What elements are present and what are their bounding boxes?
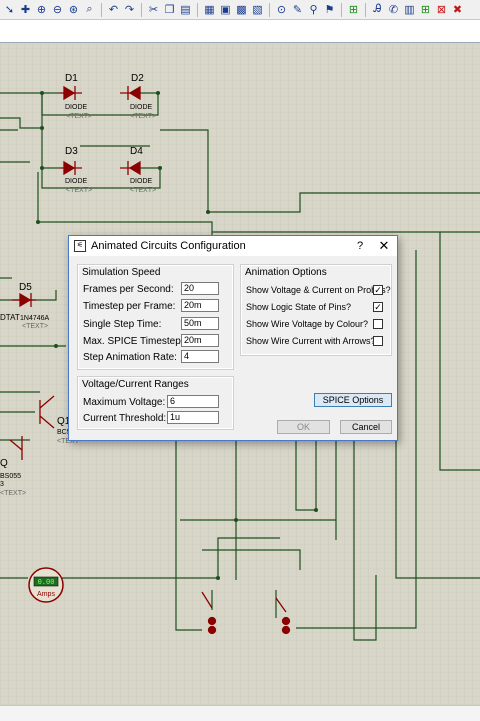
paste-icon[interactable]: ▤ (178, 2, 193, 17)
single-step-time-label: Single Step Time: (83, 319, 162, 330)
block-move-icon[interactable]: ▣ (218, 2, 233, 17)
show-voltage-current-probes-label: Show Voltage & Current on Probes? (246, 285, 391, 295)
show-voltage-current-probes-checkbox[interactable]: ✓ (373, 285, 383, 295)
max-spice-timestep-field[interactable]: 20m (181, 334, 219, 347)
toolbar-separator (365, 2, 366, 17)
animated-circuits-dialog: ⚟ Animated Circuits Configuration ? ✕ Si… (68, 235, 398, 441)
plus-icon[interactable]: ✚ (18, 2, 33, 17)
toolbar-separator (141, 2, 142, 17)
search-icon[interactable]: ⚲ (306, 2, 321, 17)
remove-sheet-icon[interactable]: ⊠ (434, 2, 449, 17)
toolbar-separator (341, 2, 342, 17)
toolbar-separator (269, 2, 270, 17)
d5-ref: D5 (19, 282, 32, 293)
maximum-voltage-field[interactable]: 6 (167, 395, 219, 408)
property-assign-icon[interactable]: ⚑ (322, 2, 337, 17)
zoom-out-icon[interactable]: ⊖ (50, 2, 65, 17)
show-wire-current-checkbox[interactable] (373, 336, 383, 346)
current-threshold-label: Current Threshold: (83, 413, 167, 424)
simulation-speed-title: Simulation Speed (82, 267, 161, 278)
block-rotate-icon[interactable]: ▩ (234, 2, 249, 17)
undo-icon[interactable]: ↶ (106, 2, 121, 17)
step-animation-rate-label: Step Animation Rate: (83, 352, 177, 363)
close-button[interactable]: ✕ (371, 238, 397, 254)
show-wire-current-label: Show Wire Current with Arrows? (246, 336, 376, 346)
d4-ref: D4 (130, 146, 143, 157)
wire-autoroute-icon[interactable]: ✎ (290, 2, 305, 17)
ammeter-unit: Amps (37, 591, 55, 598)
block-delete-icon[interactable]: ▧ (250, 2, 265, 17)
netlist-icon[interactable]: ⊞ (346, 2, 361, 17)
show-logic-state-checkbox[interactable]: ✓ (373, 302, 383, 312)
ok-button[interactable]: OK (277, 420, 330, 434)
d5-text: <TEXT> (22, 323, 48, 330)
q2-ref: Q (0, 458, 8, 469)
d2-type: DIODE (130, 104, 153, 111)
block-copy-icon[interactable]: ▦ (202, 2, 217, 17)
voltage-current-ranges-title: Voltage/Current Ranges (82, 379, 189, 390)
show-logic-state-label: Show Logic State of Pins? (246, 302, 352, 312)
show-wire-voltage-checkbox[interactable] (373, 319, 383, 329)
d2-text: <TEXT> (130, 113, 156, 120)
q2-part: BS055 (0, 473, 21, 480)
cut-icon[interactable]: ✂ (146, 2, 161, 17)
current-threshold-field[interactable]: 1u (167, 411, 219, 424)
d1-ref: D1 (65, 73, 78, 84)
maximum-voltage-label: Maximum Voltage: (83, 397, 166, 408)
timestep-per-frame-field[interactable]: 20m (181, 299, 219, 312)
single-step-time-field[interactable]: 50m (181, 317, 219, 330)
d5-part: 1N4746A (20, 315, 50, 322)
d5-left-label: DTAT (0, 313, 20, 322)
zoom-in-icon[interactable]: ⊕ (34, 2, 49, 17)
animation-options-title: Animation Options (245, 267, 327, 278)
d2-ref: D2 (131, 73, 144, 84)
frames-per-second-label: Frames per Second: (83, 284, 174, 295)
d3-ref: D3 (65, 146, 78, 157)
q2-text: <TEXT> (0, 490, 26, 497)
cancel-button[interactable]: Cancel (340, 420, 392, 434)
dialog-title-bar[interactable]: ⚟ Animated Circuits Configuration ? ✕ (69, 236, 397, 256)
d3-type: DIODE (65, 178, 88, 185)
find-icon[interactable]: ⊙ (274, 2, 289, 17)
step-animation-rate-field[interactable]: 4 (181, 350, 219, 363)
toolbar-separator (197, 2, 198, 17)
workspace-header-band (0, 20, 480, 42)
zoom-area-icon[interactable]: ⌕ (82, 2, 97, 17)
zoom-fit-icon[interactable]: ⊛ (66, 2, 81, 17)
d4-text: <TEXT> (130, 187, 156, 194)
select-arrow-icon[interactable]: ➘ (2, 2, 17, 17)
spice-options-button[interactable]: SPICE Options (314, 393, 392, 407)
d3-text: <TEXT> (66, 187, 92, 194)
close-icon[interactable]: ✖ (450, 2, 465, 17)
bill-icon[interactable]: ▥ (402, 2, 417, 17)
redo-icon[interactable]: ↷ (122, 2, 137, 17)
text-script-icon[interactable]: Ꭿ (370, 2, 385, 17)
copy-icon[interactable]: ❐ (162, 2, 177, 17)
timestep-per-frame-label: Timestep per Frame: (83, 301, 176, 312)
dialog-title: Animated Circuits Configuration (91, 240, 246, 252)
show-wire-voltage-label: Show Wire Voltage by Colour? (246, 319, 369, 329)
max-spice-timestep-label: Max. SPICE Timestep: (83, 336, 184, 347)
main-toolbar: ➘ ✚ ⊕ ⊖ ⊛ ⌕ ↶ ↷ ✂ ❐ ▤ ▦ ▣ ▩ ▧ ⊙ ✎ ⚲ ⚑ ⊞ … (0, 0, 480, 20)
dialog-app-icon: ⚟ (74, 240, 86, 252)
d1-text: <TEXT> (66, 113, 92, 120)
q2-extra: 3 (0, 481, 4, 488)
frames-per-second-field[interactable]: 20 (181, 282, 219, 295)
d1-type: DIODE (65, 104, 88, 111)
add-sheet-icon[interactable]: ⊞ (418, 2, 433, 17)
help-button[interactable]: ? (349, 240, 371, 252)
d4-type: DIODE (130, 178, 153, 185)
ammeter-reading: 0.00 (38, 579, 55, 587)
status-bar (0, 705, 480, 721)
search-replace-icon[interactable]: ✆ (386, 2, 401, 17)
toolbar-separator (101, 2, 102, 17)
